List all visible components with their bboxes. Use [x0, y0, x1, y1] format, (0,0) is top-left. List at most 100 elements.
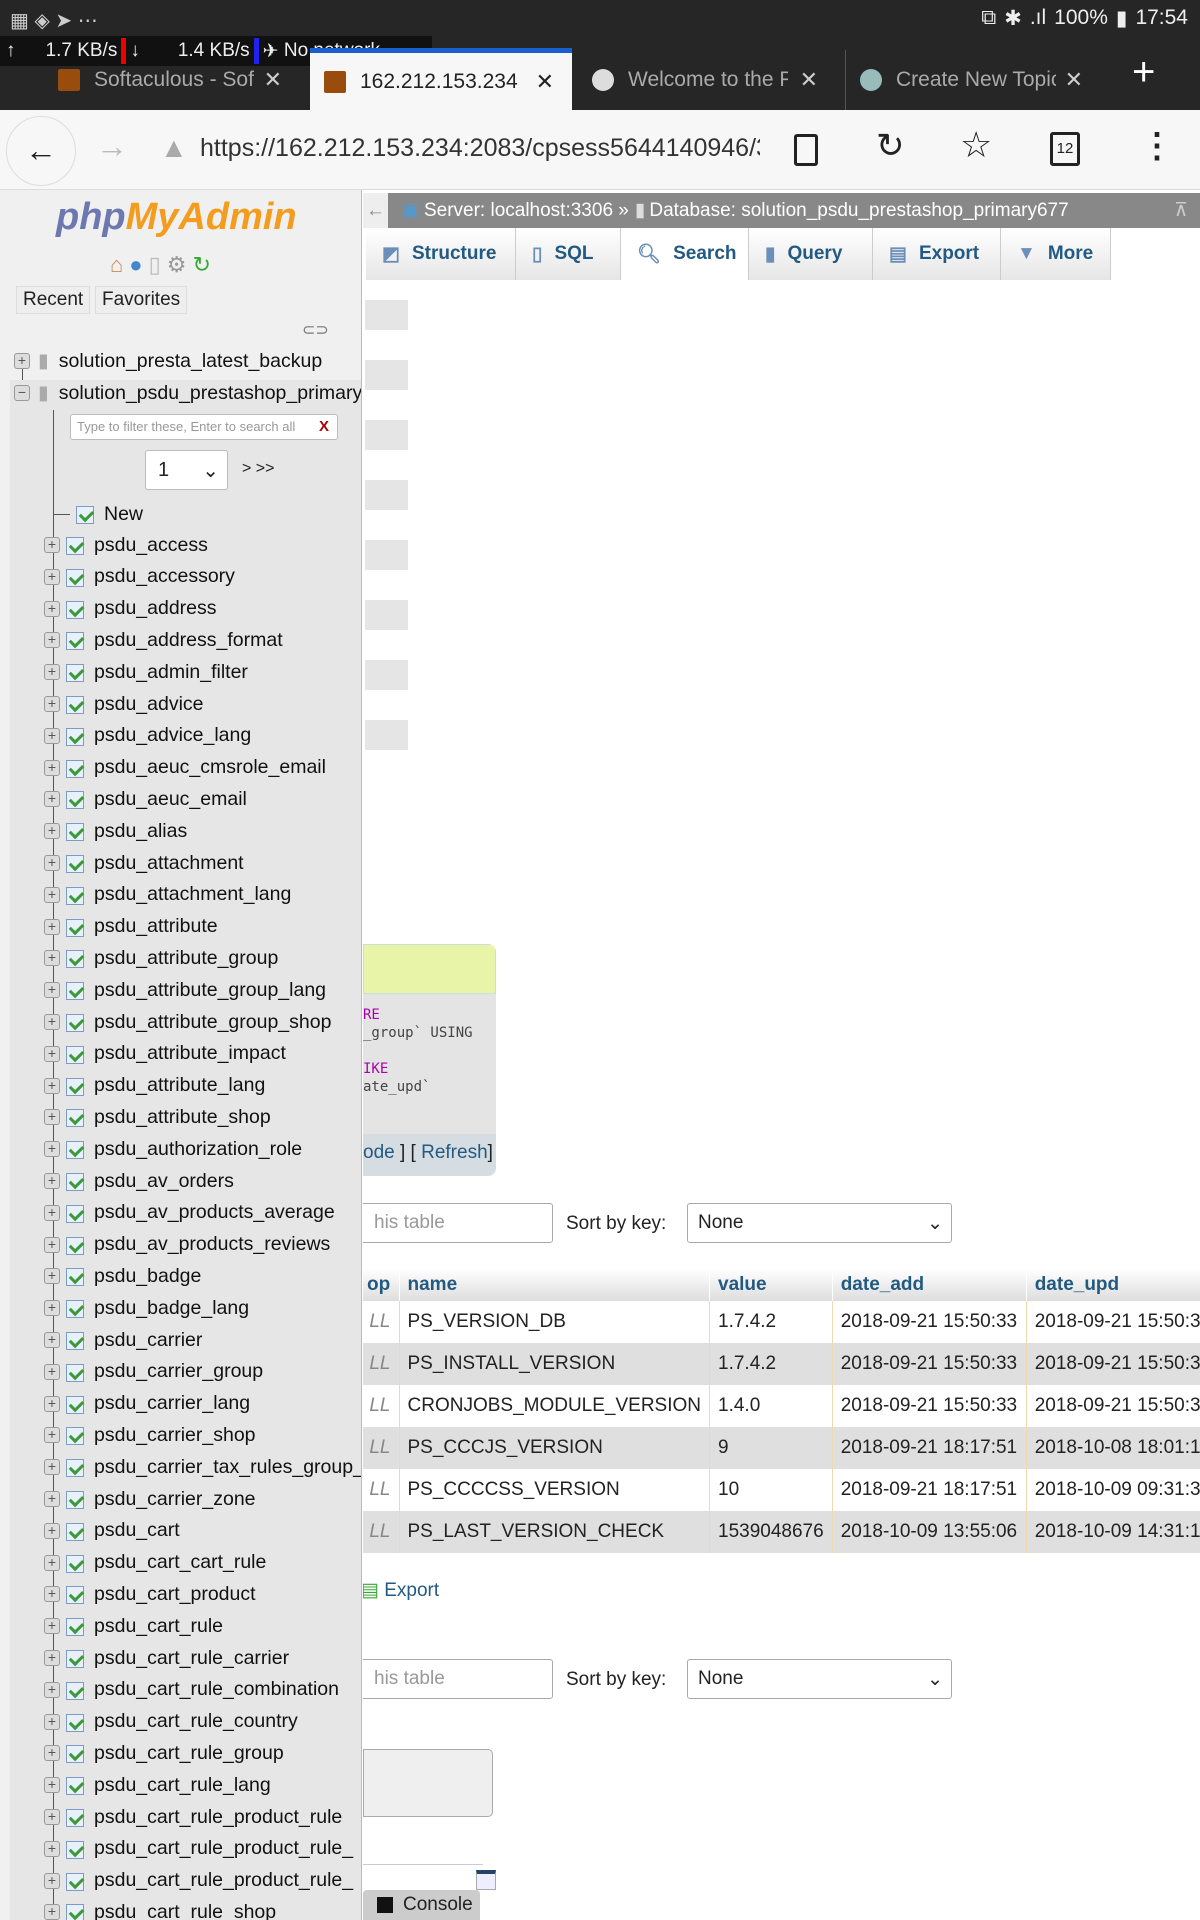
sidebar-table-item[interactable]: + psdu_cart_cart_rule: [44, 1548, 266, 1578]
sidebar-table-item[interactable]: + psdu_attachment_lang: [44, 880, 291, 910]
table-name[interactable]: psdu_cart: [94, 1519, 180, 1542]
expand-icon[interactable]: +: [44, 664, 60, 681]
table-name[interactable]: psdu_access: [94, 534, 208, 557]
sidebar-table-item[interactable]: + psdu_carrier_shop: [44, 1420, 256, 1450]
sidebar-table-item[interactable]: + psdu_cart_rule_product_rule: [44, 1802, 342, 1832]
sort-by-key-select-bottom[interactable]: None ⌄: [687, 1659, 952, 1699]
sidebar-table-item[interactable]: + psdu_cart_rule: [44, 1611, 223, 1641]
table-name[interactable]: psdu_cart_cart_rule: [94, 1551, 266, 1574]
filter-rows-input-bottom[interactable]: his table: [363, 1659, 553, 1699]
sidebar-table-item[interactable]: + psdu_carrier_lang: [44, 1389, 250, 1419]
collapse-panel-button[interactable]: ←: [363, 193, 388, 228]
table-name[interactable]: psdu_aeuc_email: [94, 788, 247, 811]
expand-icon[interactable]: +: [44, 1745, 60, 1762]
table-name[interactable]: psdu_advice_lang: [94, 724, 251, 747]
column-header-date_upd[interactable]: date_upd: [1026, 1269, 1200, 1301]
sidebar-table-item[interactable]: + psdu_cart_rule_product_rule_: [44, 1834, 353, 1864]
menu-icon[interactable]: ⋮: [1140, 126, 1174, 166]
column-header-op[interactable]: op: [363, 1269, 400, 1301]
sidebar-table-item[interactable]: + psdu_advice_lang: [44, 721, 251, 751]
expand-icon[interactable]: +: [44, 1840, 60, 1857]
table-name[interactable]: psdu_cart_rule_country: [94, 1710, 298, 1733]
table-name[interactable]: psdu_attribute_group_lang: [94, 979, 326, 1002]
expand-icon[interactable]: +: [44, 1045, 60, 1062]
column-header-name[interactable]: name: [399, 1269, 711, 1301]
expand-icon[interactable]: +: [44, 1681, 60, 1698]
expand-icon[interactable]: +: [44, 696, 60, 712]
forward-button[interactable]: →: [96, 128, 128, 165]
sort-by-key-select[interactable]: None ⌄: [687, 1203, 952, 1243]
sidebar-table-item[interactable]: + psdu_cart_rule_carrier: [44, 1643, 289, 1673]
close-tab-icon[interactable]: ✕: [536, 69, 554, 95]
expand-icon[interactable]: +: [44, 886, 60, 903]
table-name[interactable]: psdu_carrier_lang: [94, 1392, 250, 1415]
sidebar-table-item[interactable]: + psdu_address_format: [44, 625, 283, 655]
sidebar-table-item[interactable]: + psdu_cart_rule_combination: [44, 1675, 339, 1705]
table-name[interactable]: psdu_carrier_group: [94, 1360, 263, 1383]
sidebar-table-item[interactable]: + psdu_attribute: [44, 912, 218, 942]
sidebar-table-item[interactable]: + psdu_attribute_group_shop: [44, 1007, 331, 1037]
expand-icon[interactable]: +: [44, 1713, 60, 1730]
console-tab[interactable]: Console: [363, 1890, 480, 1920]
table-cell[interactable]: LL: [363, 1385, 400, 1427]
expand-icon[interactable]: +: [44, 1300, 60, 1317]
table-name[interactable]: psdu_cart_rule_shop: [94, 1901, 276, 1920]
sidebar-table-item[interactable]: + psdu_cart_rule_country: [44, 1707, 298, 1737]
table-name[interactable]: psdu_cart_rule_product_rule_: [94, 1837, 353, 1860]
database-item[interactable]: + ▮ solution_presta_latest_backup: [14, 346, 322, 376]
expand-icon[interactable]: +: [44, 1650, 60, 1666]
sidebar-table-item[interactable]: + psdu_authorization_role: [44, 1134, 302, 1164]
table-name[interactable]: psdu_carrier_shop: [94, 1424, 256, 1447]
table-name[interactable]: psdu_aeuc_cmsrole_email: [94, 756, 326, 779]
sidebar-table-item[interactable]: + psdu_attribute_impact: [44, 1039, 286, 1069]
table-name[interactable]: psdu_address_format: [94, 629, 283, 652]
sidebar-table-item[interactable]: + psdu_attribute_shop: [44, 1102, 271, 1132]
close-tab-icon[interactable]: ✕: [1065, 67, 1083, 93]
sidebar-table-item[interactable]: + psdu_av_products_average: [44, 1198, 335, 1228]
docs-icon[interactable]: ▯: [149, 252, 161, 278]
expand-icon[interactable]: +: [44, 950, 60, 967]
expand-icon[interactable]: +: [44, 727, 60, 744]
table-name[interactable]: psdu_address: [94, 597, 217, 620]
expand-icon[interactable]: +: [44, 1586, 60, 1603]
back-button[interactable]: ←: [6, 116, 76, 186]
recent-tab[interactable]: Recent: [16, 286, 91, 314]
collapse-icon[interactable]: −: [14, 385, 30, 401]
tab-switcher-button[interactable]: 12: [1050, 132, 1080, 166]
browser-tab[interactable]: Softaculous - Sof ✕: [44, 50, 300, 110]
star-icon[interactable]: ☆: [960, 124, 992, 166]
sidebar-table-item[interactable]: + psdu_badge_lang: [44, 1293, 249, 1323]
close-tab-icon[interactable]: ✕: [800, 67, 818, 93]
table-name[interactable]: psdu_badge: [94, 1265, 201, 1288]
table-name[interactable]: psdu_attachment: [94, 852, 244, 875]
expand-icon[interactable]: +: [44, 1014, 60, 1030]
sidebar-table-item[interactable]: + psdu_advice: [44, 689, 204, 719]
reload-navigation-icon[interactable]: ↻: [192, 252, 210, 278]
expand-icon[interactable]: +: [44, 632, 60, 649]
sidebar-table-item[interactable]: + psdu_cart_rule_product_rule_: [44, 1866, 353, 1896]
tab-search[interactable]: 🔍︎ Search: [621, 228, 749, 280]
browser-tab[interactable]: Welcome to the P ✕: [578, 50, 836, 110]
table-name[interactable]: psdu_badge_lang: [94, 1297, 249, 1320]
settings-icon[interactable]: ⚙: [167, 252, 187, 278]
expand-icon[interactable]: +: [44, 537, 60, 553]
expand-icon[interactable]: +: [44, 1204, 60, 1221]
expand-icon[interactable]: +: [44, 1872, 60, 1889]
expand-icon[interactable]: +: [44, 1618, 60, 1635]
table-name[interactable]: psdu_cart_rule_combination: [94, 1678, 339, 1701]
table-name[interactable]: psdu_attachment_lang: [94, 883, 291, 906]
database-name[interactable]: solution_psdu_prestashop_primary677: [59, 382, 361, 405]
export-link[interactable]: ▤ Export: [363, 1579, 439, 1602]
console-options-icon[interactable]: [476, 1870, 496, 1890]
expand-icon[interactable]: +: [44, 1109, 60, 1126]
expand-icon[interactable]: +: [44, 1491, 60, 1507]
reader-mode-icon[interactable]: [794, 134, 818, 166]
breadcrumb-database[interactable]: Database: solution_psdu_prestashop_prima…: [649, 200, 1068, 222]
expand-icon[interactable]: +: [44, 600, 60, 617]
expand-icon[interactable]: +: [44, 1395, 60, 1412]
sidebar-table-item[interactable]: + psdu_attribute_lang: [44, 1071, 265, 1101]
table-name[interactable]: psdu_cart_rule_product_rule_: [94, 1869, 353, 1892]
favorites-tab[interactable]: Favorites: [95, 286, 188, 314]
sidebar-table-item[interactable]: + psdu_carrier_tax_rules_group_: [44, 1452, 361, 1482]
expand-icon[interactable]: +: [44, 823, 60, 840]
